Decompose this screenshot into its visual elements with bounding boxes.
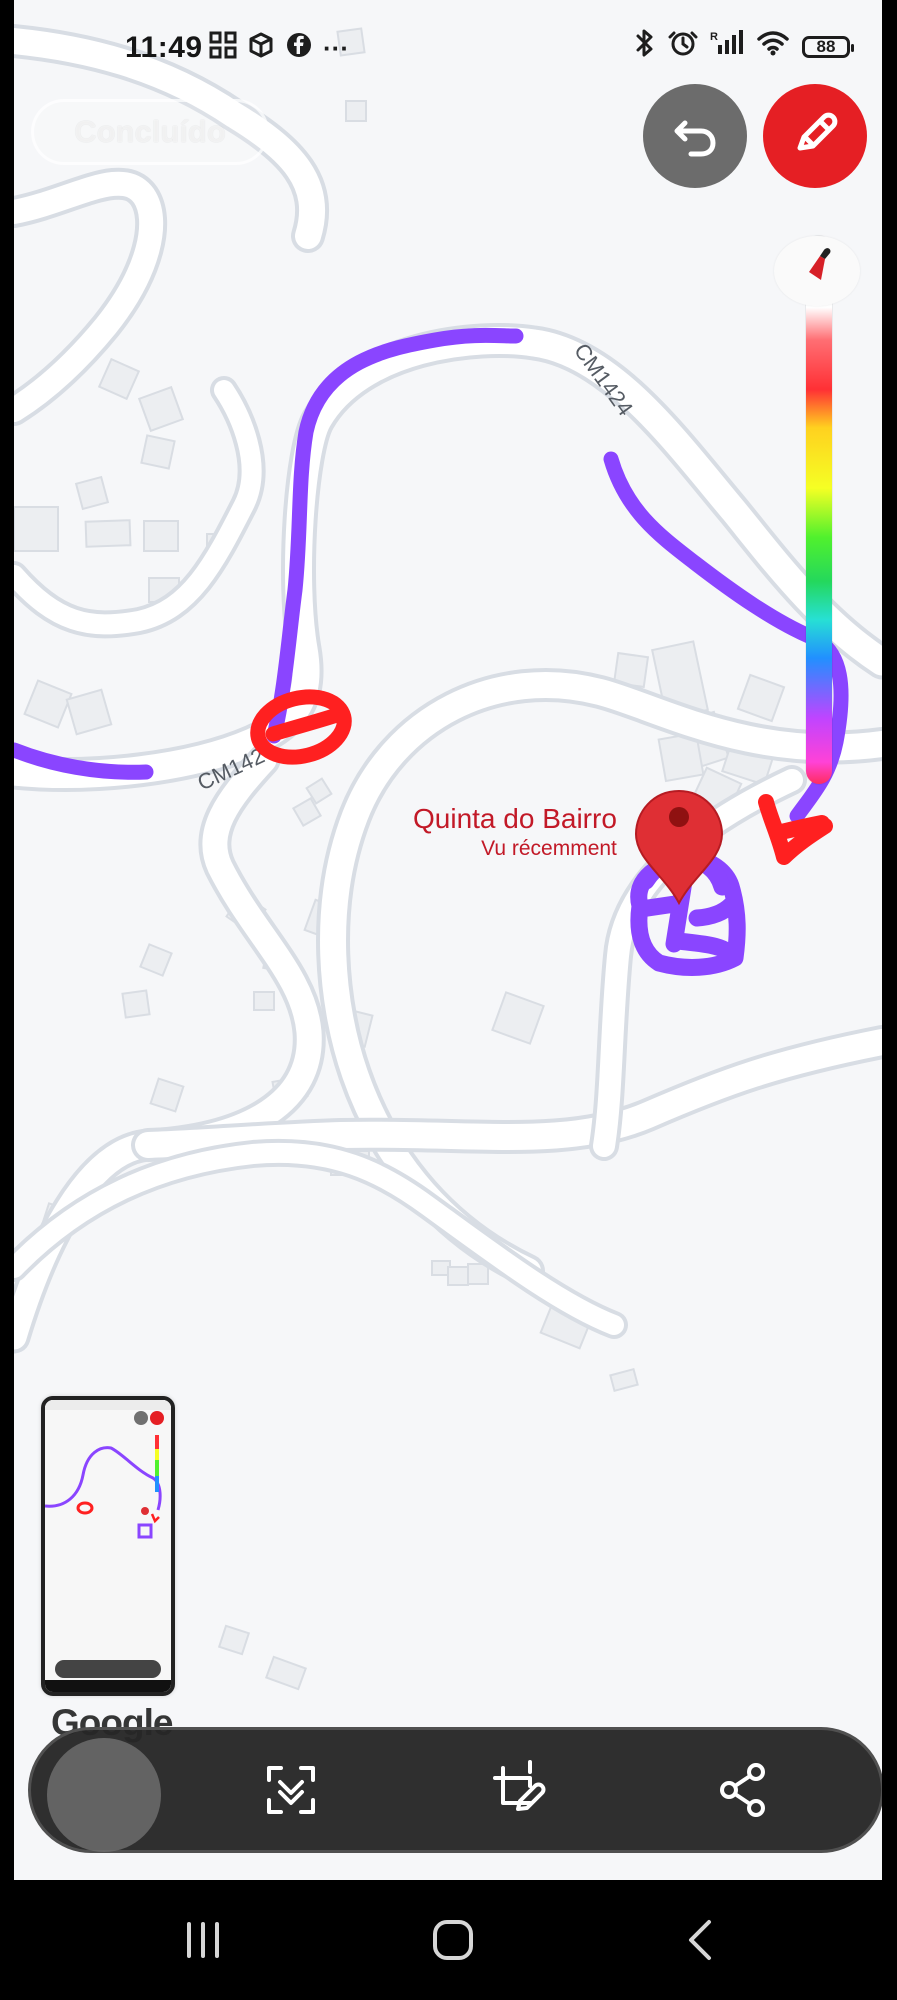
building	[84, 519, 132, 548]
back-button[interactable]	[659, 1910, 747, 1974]
place-name[interactable]: Quinta do Bairro	[413, 804, 617, 834]
place-label[interactable]: Quinta do Bairro Vu récemment	[413, 804, 617, 860]
thumbnail-preview	[45, 1400, 171, 1692]
pen-tool-button[interactable]	[763, 84, 867, 188]
home-icon	[427, 1914, 479, 1971]
building	[467, 1263, 489, 1285]
screenshot-thumbnail[interactable]	[41, 1396, 175, 1696]
color-slider-knob[interactable]	[774, 236, 860, 306]
toolbar-placeholder-circle	[47, 1738, 161, 1852]
building	[14, 506, 59, 552]
recent-apps-icon	[179, 1918, 227, 1967]
building	[253, 991, 275, 1011]
building	[74, 475, 110, 511]
scan-button[interactable]	[253, 1754, 329, 1830]
edit-crop-icon	[485, 1758, 549, 1827]
screenshot-editor-screen: CM1424 CM1424 11:49 ··· R 88 Concluído Q…	[0, 0, 897, 2000]
building	[345, 100, 367, 122]
pencil-icon	[787, 106, 843, 167]
home-button[interactable]	[409, 1910, 497, 1974]
building	[336, 27, 366, 57]
bottom-toolbar	[28, 1727, 882, 1853]
navigation-bar	[0, 1880, 897, 2000]
share-icon	[711, 1758, 775, 1827]
color-slider[interactable]	[806, 236, 832, 784]
building	[121, 989, 151, 1019]
scan-icon	[259, 1758, 323, 1827]
phone-screen: CM1424 CM1424 11:49 ··· R 88 Concluído Q…	[14, 0, 882, 1880]
recent-apps-button[interactable]	[159, 1910, 247, 1974]
location-pin-center	[669, 807, 689, 827]
building	[143, 520, 179, 552]
edit-crop-button[interactable]	[479, 1754, 555, 1830]
undo-icon	[667, 106, 723, 167]
building	[447, 1266, 469, 1286]
pen-tip-icon	[809, 248, 831, 280]
share-button[interactable]	[705, 1754, 781, 1830]
place-subtitle: Vu récemment	[481, 837, 617, 861]
undo-button[interactable]	[643, 84, 747, 188]
done-button[interactable]: Concluído	[31, 99, 269, 165]
back-icon	[677, 1914, 729, 1971]
building	[140, 434, 176, 470]
